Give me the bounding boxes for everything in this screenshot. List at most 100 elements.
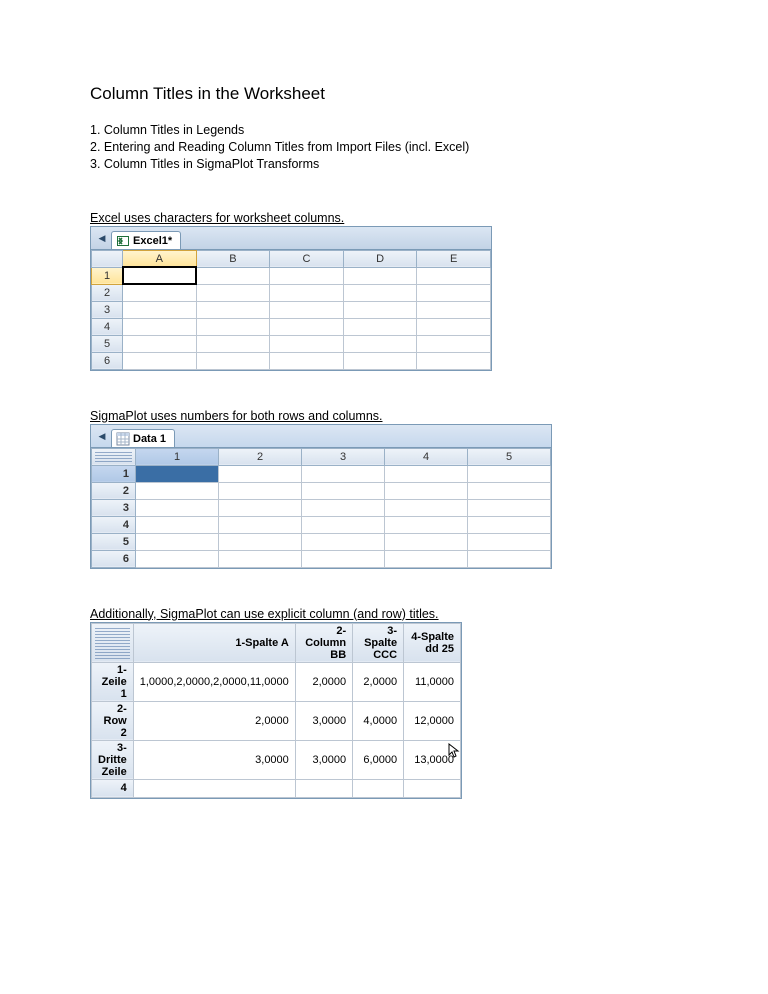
cell[interactable] [219,499,302,516]
sigma-tab[interactable]: Data 1 [111,429,175,447]
cell[interactable] [302,516,385,533]
cell[interactable] [196,352,270,369]
cell[interactable] [196,318,270,335]
col-header[interactable]: 4 [385,448,468,465]
cell[interactable] [133,779,295,797]
row-header[interactable]: 4 [92,516,136,533]
row-header[interactable]: 5 [92,533,136,550]
titled-grid[interactable]: 1-Spalte A 2-Column BB 3-Spalte CCC 4-Sp… [91,623,461,798]
col-header[interactable]: 2 [219,448,302,465]
col-header[interactable]: 5 [468,448,551,465]
cell[interactable] [343,267,417,284]
cell[interactable] [270,267,344,284]
cell[interactable] [302,550,385,567]
cell[interactable] [136,533,219,550]
cell[interactable] [343,352,417,369]
cell[interactable] [295,779,352,797]
cell[interactable] [343,318,417,335]
cell[interactable]: 4,0000 [353,701,404,740]
cell[interactable] [302,533,385,550]
row-header[interactable]: 5 [92,335,123,352]
cell[interactable] [136,516,219,533]
cell[interactable] [123,335,197,352]
col-header[interactable]: D [343,250,417,267]
cell[interactable] [219,533,302,550]
cell[interactable]: 3,0000 [295,701,352,740]
cell[interactable] [270,352,344,369]
cell[interactable]: 1,0000,2,0000,2,0000,11,0000 [133,662,295,701]
select-all-corner[interactable] [92,448,136,465]
cell[interactable]: 11,0000 [404,662,461,701]
cell[interactable] [136,499,219,516]
row-header[interactable]: 6 [92,550,136,567]
cell[interactable]: 3,0000 [295,740,352,779]
cell[interactable] [468,516,551,533]
cell[interactable] [196,301,270,318]
cell[interactable]: 12,0000 [404,701,461,740]
col-header[interactable]: B [196,250,270,267]
row-header[interactable]: 2 [92,284,123,301]
col-header[interactable]: A [123,250,197,267]
tab-scroll-left-icon[interactable]: ◀ [95,229,109,249]
cell[interactable] [343,284,417,301]
sigma-grid[interactable]: 1 2 3 4 5 1 2 3 4 5 6 [91,448,551,568]
cell[interactable]: 2,0000 [295,662,352,701]
row-header[interactable]: 2-Row 2 [92,701,134,740]
cell[interactable] [385,499,468,516]
cell[interactable] [219,482,302,499]
row-header[interactable]: 3 [92,301,123,318]
row-header[interactable]: 1-Zeile 1 [92,662,134,701]
cell[interactable] [385,465,468,482]
cell[interactable] [123,301,197,318]
cell[interactable] [196,284,270,301]
cell[interactable] [270,318,344,335]
row-header[interactable]: 3 [92,499,136,516]
cell[interactable] [270,335,344,352]
col-header[interactable]: C [270,250,344,267]
row-header[interactable]: 1 [92,267,123,284]
cell[interactable] [302,465,385,482]
cell[interactable] [468,499,551,516]
col-header[interactable]: 1-Spalte A [133,623,295,662]
cell[interactable]: 2,0000 [353,662,404,701]
cell[interactable] [123,284,197,301]
cell[interactable] [136,482,219,499]
col-header[interactable]: 3-Spalte CCC [353,623,404,662]
cell[interactable] [417,352,491,369]
cell[interactable] [136,550,219,567]
cell[interactable]: 2,0000 [133,701,295,740]
cell[interactable] [196,267,270,284]
row-header[interactable]: 2 [92,482,136,499]
cell[interactable] [302,499,385,516]
cell[interactable] [404,779,461,797]
cell[interactable]: 6,0000 [353,740,404,779]
row-header[interactable]: 6 [92,352,123,369]
cell[interactable] [468,533,551,550]
row-header[interactable]: 3-Dritte Zeile [92,740,134,779]
cell[interactable] [385,550,468,567]
cell[interactable] [136,465,219,482]
cell[interactable] [468,482,551,499]
cell[interactable] [417,284,491,301]
cell[interactable] [123,318,197,335]
row-header[interactable]: 1 [92,465,136,482]
cell[interactable] [196,335,270,352]
cell[interactable] [302,482,385,499]
row-header[interactable]: 4 [92,779,134,797]
cell[interactable] [343,335,417,352]
cell[interactable] [123,267,197,284]
cell[interactable] [270,284,344,301]
col-header[interactable]: 3 [302,448,385,465]
select-all-corner[interactable] [92,623,134,662]
excel-tab[interactable]: Excel1* [111,231,181,249]
col-header[interactable]: 2-Column BB [295,623,352,662]
cell[interactable] [385,516,468,533]
tab-scroll-left-icon[interactable]: ◀ [95,427,109,447]
cell[interactable] [468,465,551,482]
cell[interactable] [219,516,302,533]
cell[interactable]: 13,0000 [404,740,461,779]
col-header[interactable]: 1 [136,448,219,465]
cell[interactable] [468,550,551,567]
row-header[interactable]: 4 [92,318,123,335]
cell[interactable] [219,550,302,567]
